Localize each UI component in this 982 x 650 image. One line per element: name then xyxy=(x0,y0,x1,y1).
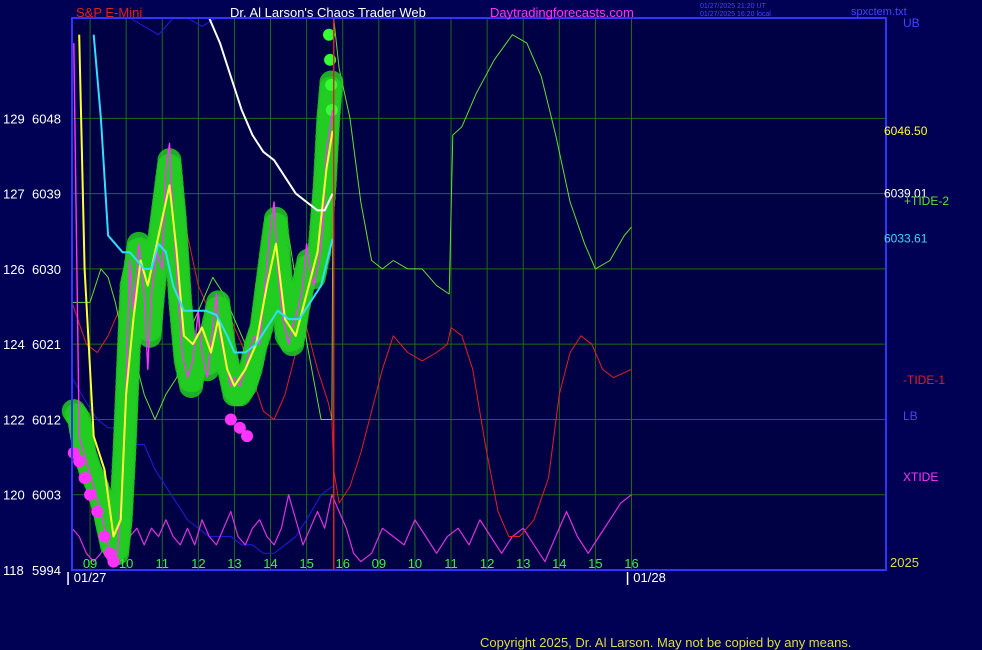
right-value-label: 6033.61 xyxy=(884,232,928,246)
y-tick-label-left: 120 xyxy=(3,488,25,503)
data-file-name: spxctem.txt xyxy=(851,6,907,18)
x-day-label: 01/27 xyxy=(74,570,107,585)
copyright: Copyright 2025, Dr. Al Larson. May not b… xyxy=(480,635,851,650)
y-tick-label-price: 5994 xyxy=(32,563,61,578)
legend-label: LB xyxy=(903,409,918,423)
magenta-dot xyxy=(91,505,104,518)
timestamp-ut: 01/27/2025 21:20 UT xyxy=(700,3,766,10)
timestamp-local: 01/27/2025 16:20 local xyxy=(700,11,771,18)
x-tick-label: 15 xyxy=(299,556,313,571)
x-tick-label: 11 xyxy=(155,556,169,571)
legend-label: -TIDE-1 xyxy=(903,373,945,387)
x-day-label: 01/28 xyxy=(633,570,666,585)
x-tick-label: 14 xyxy=(263,556,277,571)
plot-area xyxy=(72,18,886,570)
x-tick-label: 14 xyxy=(552,556,566,571)
y-tick-label-left: 124 xyxy=(3,337,25,352)
x-tick-label: 16 xyxy=(624,556,638,571)
y-tick-label-price: 6012 xyxy=(32,412,61,427)
x-tick-label: 13 xyxy=(516,556,530,571)
y-tick-label-price: 6030 xyxy=(32,262,61,277)
site-link[interactable]: Daytradingforecasts.com xyxy=(490,5,634,20)
legend-label: XTIDE xyxy=(903,470,938,484)
year-label: 2025 xyxy=(890,555,919,570)
magenta-dot xyxy=(98,530,111,543)
y-tick-label-left: 127 xyxy=(3,187,25,202)
x-tick-label: 10 xyxy=(408,556,422,571)
y-tick-label-price: 6021 xyxy=(32,337,61,352)
legend-label: +TIDE-2 xyxy=(904,194,949,208)
x-tick-label: 10 xyxy=(119,556,133,571)
y-tick-label-price: 6048 xyxy=(32,111,61,126)
magenta-dot xyxy=(241,430,254,443)
right-value-label: 6046.50 xyxy=(884,124,928,138)
chart-canvas: 118 5994 120 6003 122 6012 124 6021 126 6030 127 60… xyxy=(0,0,982,650)
x-tick-label: 12 xyxy=(191,556,205,571)
x-tick-label: 11 xyxy=(444,556,458,571)
magenta-dot xyxy=(78,472,91,484)
x-tick-label: 16 xyxy=(335,556,349,571)
symbol-title: S&P E-Mini xyxy=(76,5,142,20)
y-tick-label-left: 129 xyxy=(3,111,25,126)
magenta-dot xyxy=(84,488,97,501)
y-tick-label-left: 126 xyxy=(3,262,25,277)
x-tick-label: 09 xyxy=(372,556,386,571)
legend-label: UB xyxy=(903,16,920,30)
site-author: Dr. Al Larson's Chaos Trader Web xyxy=(230,5,426,20)
x-tick-label: 12 xyxy=(480,556,494,571)
x-tick-label: 15 xyxy=(588,556,602,571)
magenta-dot xyxy=(107,555,120,568)
x-tick-label: 13 xyxy=(227,556,241,571)
y-tick-label-left: 118 xyxy=(3,563,24,578)
green-dot xyxy=(325,78,338,91)
y-tick-label-price: 6003 xyxy=(32,488,61,503)
y-tick-label-price: 6039 xyxy=(32,187,61,202)
magenta-dot xyxy=(224,413,237,426)
y-tick-label-left: 122 xyxy=(3,412,25,427)
x-tick-label: 09 xyxy=(83,556,97,571)
magenta-dot xyxy=(73,455,86,468)
